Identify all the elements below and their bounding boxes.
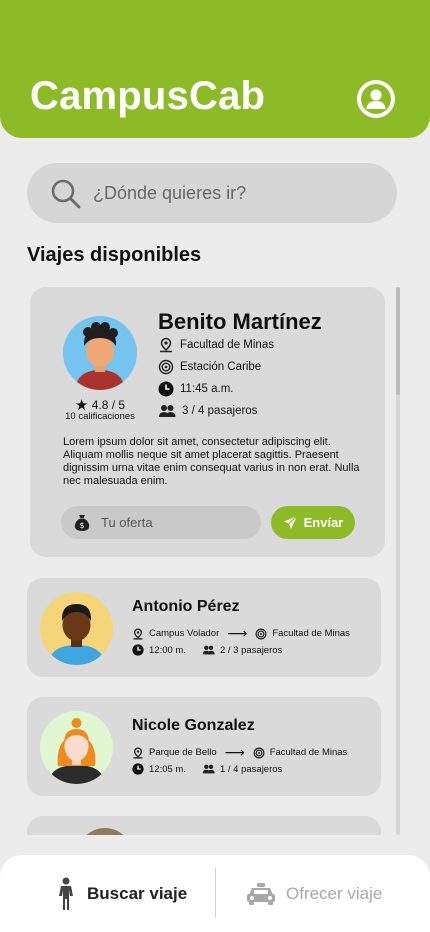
driver-name: Antonio Pérez (132, 598, 240, 615)
search-input[interactable] (93, 163, 383, 223)
target-icon (255, 628, 267, 639)
avatar (40, 711, 113, 784)
app-header: CampusCab (0, 0, 430, 138)
profile-button[interactable] (357, 80, 395, 118)
trip-meta: 12:05 m. 1 / 4 pasajeros (132, 763, 282, 775)
destination-row: Estación Caribe (158, 359, 261, 375)
avatar (63, 316, 137, 390)
target-icon (158, 359, 174, 375)
offer-input[interactable] (101, 506, 251, 539)
svg-text:$: $ (79, 521, 84, 530)
car-icon (247, 882, 275, 905)
money-bag-icon: $ (74, 515, 90, 531)
trip-card[interactable]: Nicole Gonzalez Parque de Bello ⟶ Facult… (27, 697, 381, 796)
send-offer-button[interactable]: Envíar (271, 506, 355, 539)
origin-row: Facultad de Minas (158, 337, 274, 353)
avatar (77, 828, 133, 835)
passengers-icon (202, 764, 215, 774)
app-title: CampusCab (30, 74, 266, 118)
passengers-label: 1 / 4 pasajeros (219, 763, 283, 775)
nav-offer-trip[interactable]: Ofrecer viaje (246, 855, 382, 932)
offer-field[interactable]: $ (61, 506, 261, 539)
bottom-nav: Buscar viaje Ofrecer viaje (0, 855, 430, 932)
origin-label: Parque de Bello (149, 747, 217, 758)
trip-route: Campus Volador ⟶ Facultad de Minas (132, 625, 350, 642)
origin-label: Facultad de Minas (180, 339, 274, 351)
arrow-icon: ⟶ (227, 625, 248, 641)
send-icon (283, 515, 298, 529)
passengers-label: 3 / 4 pasajeros (182, 405, 258, 417)
destination-label: Estación Caribe (180, 361, 262, 373)
nav-search-trip[interactable]: Buscar viaje (55, 855, 187, 932)
person-icon (59, 877, 73, 910)
rating-count: 10 calificaciones (65, 411, 135, 422)
time-label: 12:05 m. (149, 763, 186, 775)
target-icon (253, 747, 265, 758)
clock-icon (132, 644, 144, 656)
user-icon (361, 84, 391, 114)
location-pin-icon (160, 337, 172, 353)
trip-card[interactable]: Antonio Pérez Campus Volador ⟶ Facultad … (27, 578, 381, 677)
passengers-icon (159, 405, 176, 417)
trip-card[interactable] (27, 816, 381, 835)
search-icon (51, 179, 81, 209)
nav-offer-label: Ofrecer viaje (286, 883, 383, 903)
arrow-icon: ⟶ (224, 744, 245, 760)
driver-name: Nicole Gonzalez (132, 717, 255, 734)
passengers-label: 2 / 3 pasajeros (219, 644, 283, 656)
clock-icon (158, 381, 174, 397)
time-label: 12:00 m. (149, 644, 186, 656)
nav-divider (215, 868, 216, 918)
send-label: Envíar (303, 515, 344, 530)
destination-label: Facultad de Minas (269, 747, 348, 758)
passengers-row: 3 / 4 pasajeros (158, 403, 257, 419)
trip-card-featured[interactable]: ★ 4.8 / 5 10 calificaciones Benito Martí… (30, 287, 385, 557)
passengers-icon (202, 645, 215, 655)
clock-icon (132, 763, 144, 775)
nav-search-label: Buscar viaje (87, 883, 188, 903)
trip-description: Lorem ipsum dolor sit amet, consectetur … (63, 436, 360, 487)
destination-label: Facultad de Minas (272, 628, 350, 639)
time-row: 11:45 a.m. (158, 381, 234, 397)
driver-name: Benito Martínez (158, 309, 322, 334)
origin-label: Campus Volador (149, 628, 220, 639)
time-label: 11:45 a.m. (180, 383, 234, 395)
trip-meta: 12:00 m. 2 / 3 pasajeros (132, 644, 282, 656)
avatar (40, 592, 113, 665)
location-pin-icon (133, 746, 143, 759)
section-title: Viajes disponibles (27, 244, 202, 266)
location-pin-icon (133, 627, 143, 640)
rating-value: 4.8 / 5 (91, 398, 126, 412)
trip-list: ★ 4.8 / 5 10 calificaciones Benito Martí… (0, 285, 430, 835)
search-bar[interactable] (27, 163, 397, 223)
trip-route: Parque de Bello ⟶ Facultad de Minas (132, 744, 347, 761)
